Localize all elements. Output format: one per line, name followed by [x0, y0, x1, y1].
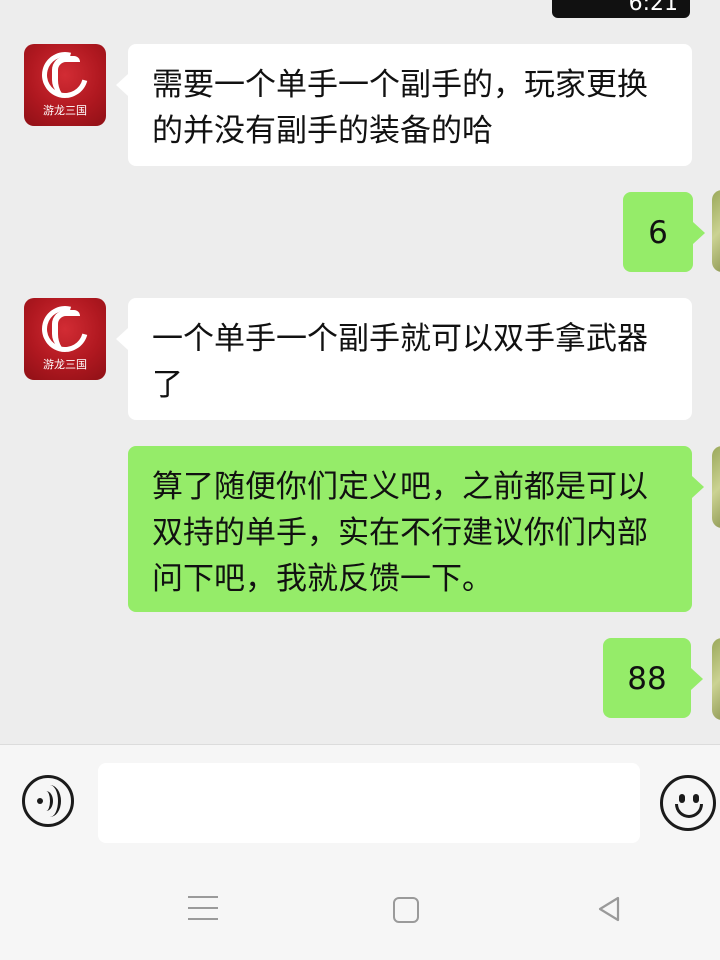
menu-line [188, 896, 218, 898]
time-overlay: 6:21 [552, 0, 690, 18]
emoji-eye-left [679, 794, 685, 803]
message-text: 需要一个单手一个副手的，玩家更换的并没有副手的装备的哈 [152, 67, 648, 149]
message-bubble-outgoing[interactable]: 6 [623, 192, 705, 272]
home-icon[interactable] [393, 897, 419, 923]
back-icon[interactable] [594, 894, 624, 924]
chat-area[interactable]: 6:21 游龙三国 需要一个单手一个副手的，玩家更换的并没有副手的装备的哈 6 … [0, 0, 720, 744]
voice-wave-large [39, 785, 61, 817]
user-avatar[interactable] [712, 190, 720, 272]
system-nav-bar [0, 856, 720, 960]
emoji-eye-right [693, 794, 699, 803]
message-bubble-outgoing[interactable]: 88 [603, 638, 703, 718]
time-text: 6:21 [628, 0, 678, 16]
message-input[interactable] [98, 763, 640, 843]
user-avatar[interactable] [712, 446, 720, 528]
message-bubble-incoming[interactable]: 需要一个单手一个副手的，玩家更换的并没有副手的装备的哈 [116, 44, 692, 166]
user-avatar[interactable] [712, 638, 720, 720]
message-text: 一个单手一个副手就可以双手拿武器了 [152, 321, 648, 403]
message-text: 算了随便你们定义吧，之前都是可以双持的单手，实在不行建议你们内部问下吧，我就反馈… [152, 469, 648, 597]
dragon-icon [52, 56, 80, 98]
menu-icon[interactable] [188, 896, 218, 920]
dragon-icon [52, 310, 80, 352]
voice-icon[interactable] [22, 775, 74, 827]
menu-line [188, 907, 218, 909]
message-text: 88 [627, 661, 667, 697]
message-bubble-outgoing[interactable]: 算了随便你们定义吧，之前都是可以双持的单手，实在不行建议你们内部问下吧，我就反馈… [128, 446, 704, 612]
emoji-mouth [675, 804, 703, 818]
game-logo-avatar[interactable]: 游龙三国 [24, 298, 106, 380]
emoji-icon[interactable] [660, 775, 716, 831]
game-logo-avatar[interactable]: 游龙三国 [24, 44, 106, 126]
avatar-brand-text: 游龙三国 [43, 358, 87, 371]
message-bubble-incoming[interactable]: 一个单手一个副手就可以双手拿武器了 [116, 298, 692, 420]
menu-line [188, 918, 218, 920]
message-text: 6 [648, 215, 668, 251]
input-bar [0, 744, 720, 857]
avatar-brand-text: 游龙三国 [43, 104, 87, 117]
